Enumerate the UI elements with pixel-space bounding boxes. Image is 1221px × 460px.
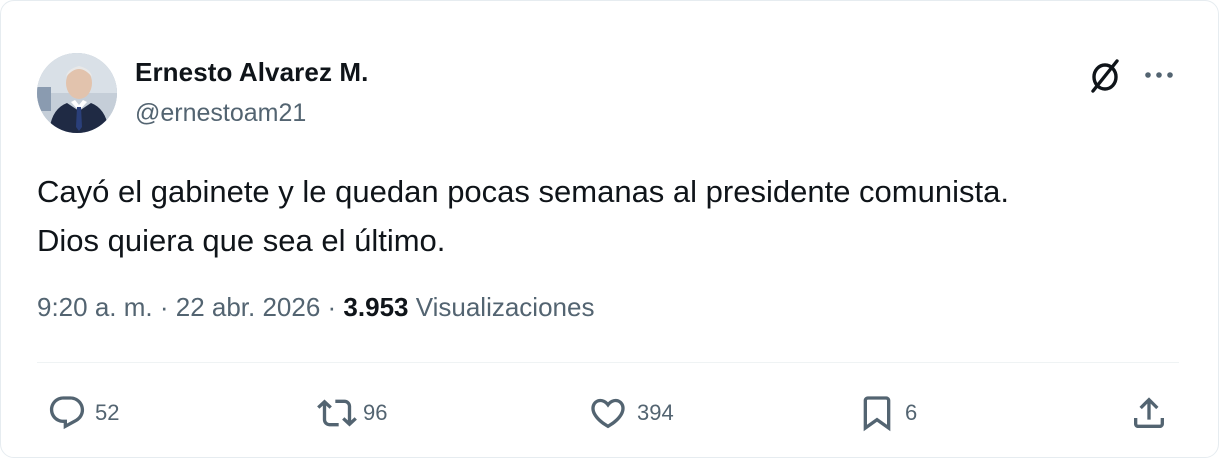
tweet-meta: 9:20 a. m. · 22 abr. 2026 · 3.953 Visual… (37, 292, 594, 323)
share-button[interactable] (1129, 391, 1169, 435)
tweet-card: Ernesto Alvarez M. @ernestoam21 Cayó el … (0, 0, 1219, 458)
retweet-icon (317, 399, 357, 427)
like-count: 394 (637, 400, 674, 425)
reply-button[interactable]: 52 (47, 391, 119, 435)
author-name[interactable]: Ernesto Alvarez M. (135, 57, 368, 88)
bookmark-icon (863, 396, 891, 432)
avatar[interactable] (37, 53, 117, 133)
more-icon[interactable] (1141, 61, 1177, 89)
retweet-count: 96 (363, 400, 388, 425)
meta-separator: · (320, 292, 344, 322)
meta-separator: · (152, 292, 176, 322)
bookmark-count: 6 (905, 400, 918, 425)
like-icon (591, 398, 625, 429)
tweet-date[interactable]: 22 abr. 2026 (176, 292, 321, 322)
tweet-text-line: Cayó el gabinete y le quedan pocas seman… (37, 174, 1009, 209)
views-label: Visualizaciones (408, 292, 595, 322)
grok-icon[interactable] (1085, 55, 1125, 95)
tweet-text: Cayó el gabinete y le quedan pocas seman… (37, 167, 1177, 265)
retweet-button[interactable]: 96 (313, 391, 387, 435)
reply-icon (49, 396, 85, 430)
divider (37, 362, 1179, 363)
author-handle[interactable]: @ernestoam21 (135, 99, 306, 128)
like-button[interactable]: 394 (587, 391, 674, 435)
bookmark-button[interactable]: 6 (857, 391, 917, 435)
share-icon (1134, 397, 1164, 428)
tweet-time[interactable]: 9:20 a. m. (37, 292, 153, 322)
views-count[interactable]: 3.953 (343, 292, 408, 322)
avatar-image (37, 53, 117, 133)
reply-count: 52 (95, 400, 120, 425)
tweet-text-line: Dios quiera que sea el último. (37, 223, 446, 258)
